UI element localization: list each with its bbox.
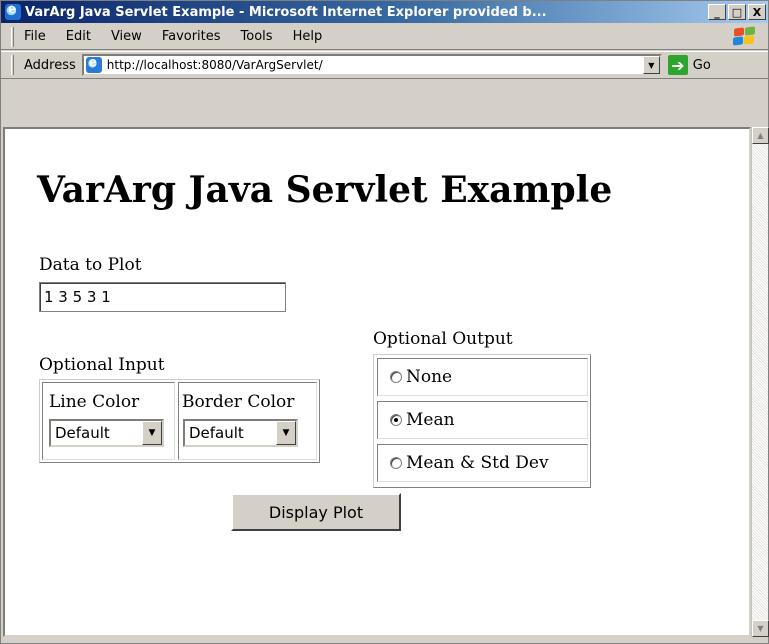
go-label: Go — [692, 57, 711, 73]
border-color-label: Border Color — [182, 392, 295, 412]
radio-mean[interactable] — [390, 414, 402, 426]
ie-icon — [5, 2, 21, 20]
minimize-button[interactable]: _ — [708, 4, 726, 20]
browser-window: VarArg Java Servlet Example - Microsoft … — [0, 0, 769, 644]
data-to-plot-label: Data to Plot — [39, 255, 142, 275]
border-color-cell: Border Color Default ▼ — [178, 382, 317, 460]
line-color-select[interactable]: Default ▼ — [49, 419, 164, 447]
border-color-value: Default — [189, 424, 244, 442]
data-to-plot-input[interactable]: 1 3 5 3 1 — [39, 282, 286, 312]
chevron-down-icon[interactable]: ▼ — [276, 421, 296, 445]
menu-bar: File Edit View Favorites Tools Help — [1, 24, 768, 50]
line-color-label: Line Color — [49, 392, 140, 412]
address-grip[interactable] — [11, 55, 14, 75]
radio-label: None — [406, 367, 453, 387]
address-bar: Address http://localhost:8080/VarArgServ… — [1, 51, 768, 79]
window-controls: _ □ X — [708, 4, 766, 20]
optional-input-label: Optional Input — [39, 355, 165, 375]
toolbar-gap — [1, 80, 768, 127]
optional-input-table: Line Color Default ▼ Border Color Defaul… — [39, 379, 320, 463]
menu-help[interactable]: Help — [293, 29, 323, 44]
display-plot-button[interactable]: Display Plot — [231, 493, 401, 531]
menu-favorites[interactable]: Favorites — [162, 29, 221, 44]
maximize-button[interactable]: □ — [728, 4, 746, 20]
output-option-none[interactable]: None — [377, 358, 588, 396]
toolbar-grip[interactable] — [11, 26, 14, 47]
vertical-scrollbar[interactable]: ▲ ▼ — [751, 127, 769, 637]
menu-file[interactable]: File — [24, 29, 46, 44]
radio-mean-std[interactable] — [390, 457, 402, 469]
menu-view[interactable]: View — [111, 29, 142, 44]
border-color-select[interactable]: Default ▼ — [183, 419, 298, 447]
menu-tools[interactable]: Tools — [241, 29, 273, 44]
scroll-up-icon[interactable]: ▲ — [752, 127, 769, 144]
output-option-mean[interactable]: Mean — [377, 401, 588, 439]
optional-output-table: None Mean Mean & Std Dev — [373, 354, 591, 488]
page-content: VarArg Java Servlet Example Data to Plot… — [3, 127, 751, 637]
go-button[interactable]: ➔ Go — [667, 55, 711, 75]
menu-edit[interactable]: Edit — [66, 29, 91, 44]
go-arrow-icon: ➔ — [667, 55, 688, 75]
address-input[interactable]: http://localhost:8080/VarArgServlet/ ▼ — [81, 54, 662, 76]
radio-label: Mean — [406, 410, 455, 430]
output-option-mean-std[interactable]: Mean & Std Dev — [377, 444, 588, 482]
title-bar[interactable]: VarArg Java Servlet Example - Microsoft … — [1, 1, 768, 23]
close-button[interactable]: X — [748, 4, 766, 20]
address-label: Address — [24, 57, 76, 73]
optional-output-label: Optional Output — [373, 329, 513, 349]
page-title: VarArg Java Servlet Example — [37, 169, 613, 211]
window-title: VarArg Java Servlet Example - Microsoft … — [25, 4, 547, 20]
address-dropdown-icon[interactable]: ▼ — [642, 56, 660, 74]
line-color-cell: Line Color Default ▼ — [42, 382, 175, 460]
windows-logo-icon — [732, 26, 758, 47]
address-url[interactable]: http://localhost:8080/VarArgServlet/ — [107, 58, 323, 72]
scroll-down-icon[interactable]: ▼ — [752, 620, 769, 637]
page-icon — [85, 55, 102, 73]
chevron-down-icon[interactable]: ▼ — [142, 421, 162, 445]
radio-none[interactable] — [390, 371, 402, 383]
line-color-value: Default — [55, 424, 110, 442]
radio-label: Mean & Std Dev — [406, 453, 549, 473]
